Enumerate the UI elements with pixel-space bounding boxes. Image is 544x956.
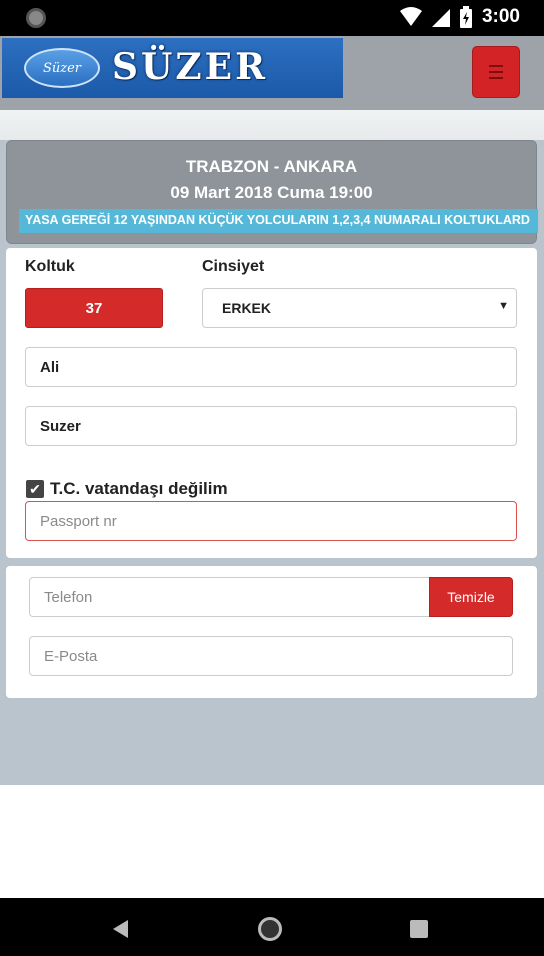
passenger-card: Koltuk Cinsiyet 37 ERKEK ▼ Ali Suzer ✔ T… — [6, 248, 537, 558]
recents-icon[interactable] — [410, 920, 428, 938]
app-screen: Süzer SÜZER TRABZON - ANKARA 09 Mart 201… — [0, 36, 544, 898]
gender-select[interactable]: ERKEK ▼ — [202, 288, 517, 328]
notification-icon — [26, 8, 46, 28]
first-name-input[interactable]: Ali — [25, 347, 517, 387]
notice-ticker: YASA GEREĞİ 12 YAŞINDAN KÜÇÜK YOLCULARIN… — [19, 209, 538, 233]
clock: 3:00 — [481, 6, 520, 27]
contact-card: Telefon Temizle E-Posta — [6, 566, 537, 698]
trip-summary: TRABZON - ANKARA 09 Mart 2018 Cuma 19:00… — [6, 140, 538, 244]
logo[interactable]: Süzer SÜZER — [2, 38, 343, 98]
trip-datetime: 09 Mart 2018 Cuma 19:00 — [170, 183, 373, 202]
passport-input[interactable]: Passport nr — [25, 501, 517, 541]
menu-button[interactable] — [472, 46, 520, 98]
logo-emblem: Süzer — [24, 48, 100, 88]
back-icon[interactable] — [113, 920, 128, 938]
battery-icon — [459, 6, 472, 28]
gender-value: ERKEK — [222, 300, 272, 316]
non-citizen-checkbox[interactable]: ✔ — [26, 480, 44, 498]
navigation-bar — [0, 898, 544, 956]
wifi-icon — [399, 7, 422, 26]
home-icon[interactable] — [258, 917, 282, 941]
signal-icon — [431, 9, 450, 27]
non-citizen-label[interactable]: T.C. vatandaşı değilim — [50, 479, 228, 499]
dropdown-arrow-icon: ▼ — [498, 300, 509, 312]
status-icons: 3:00 — [399, 6, 520, 28]
hamburger-icon — [489, 65, 503, 67]
app-header: Süzer SÜZER — [0, 36, 544, 110]
email-input[interactable]: E-Posta — [29, 636, 513, 676]
phone-input[interactable]: Telefon — [29, 577, 430, 617]
status-bar: 3:00 — [0, 0, 544, 36]
main-content: TRABZON - ANKARA 09 Mart 2018 Cuma 19:00… — [0, 110, 544, 785]
route-title: TRABZON - ANKARA — [185, 157, 358, 176]
gender-label: Cinsiyet — [202, 258, 265, 275]
clear-button[interactable]: Temizle — [429, 577, 513, 617]
seat-label: Koltuk — [25, 258, 75, 275]
last-name-input[interactable]: Suzer — [25, 406, 517, 446]
logo-wordmark: SÜZER — [112, 46, 269, 88]
notice-text: YASA GEREĞİ 12 YAŞINDAN KÜÇÜK YOLCULARIN… — [25, 213, 530, 227]
seat-number-button[interactable]: 37 — [25, 288, 163, 328]
